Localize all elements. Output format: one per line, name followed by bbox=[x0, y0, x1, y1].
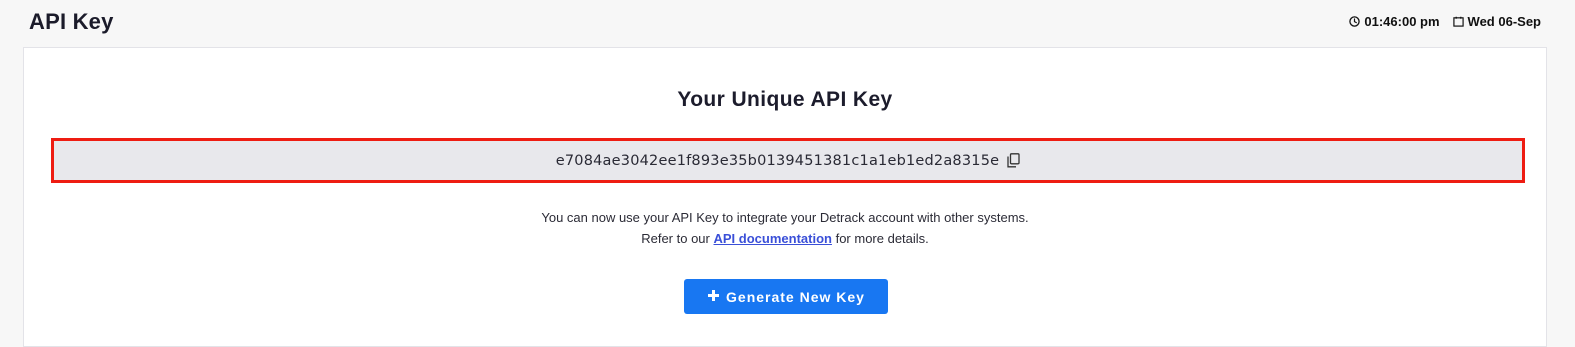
clock-icon bbox=[1349, 16, 1361, 27]
plus-icon bbox=[707, 289, 720, 305]
date-text: Wed 06-Sep bbox=[1467, 14, 1541, 29]
description-prefix: Refer to our bbox=[641, 231, 710, 246]
description-line-2: Refer to our API documentation for more … bbox=[24, 228, 1546, 249]
calendar-icon bbox=[1452, 16, 1464, 27]
page-header: API Key 01:46:00 pm Wed 06-Sep bbox=[0, 0, 1575, 46]
copy-icon[interactable] bbox=[1007, 153, 1020, 168]
api-key-description: You can now use your API Key to integrat… bbox=[24, 207, 1546, 249]
page-title: API Key bbox=[29, 9, 114, 34]
generate-new-key-label: Generate New Key bbox=[726, 288, 865, 305]
description-suffix: for more details. bbox=[835, 231, 929, 246]
api-key-value[interactable]: e7084ae3042ee1f893e35b0139451381c1a1eb1e… bbox=[556, 153, 1000, 169]
api-key-box: e7084ae3042ee1f893e35b0139451381c1a1eb1e… bbox=[51, 138, 1525, 183]
time-text: 01:46:00 pm bbox=[1364, 14, 1440, 29]
api-key-card: Your Unique API Key e7084ae3042ee1f893e3… bbox=[23, 47, 1547, 347]
datetime-display: 01:46:00 pm Wed 06-Sep bbox=[1349, 14, 1541, 29]
api-documentation-link[interactable]: API documentation bbox=[714, 231, 832, 246]
description-line-1: You can now use your API Key to integrat… bbox=[541, 210, 1029, 225]
time-display: 01:46:00 pm bbox=[1349, 14, 1440, 29]
date-display: Wed 06-Sep bbox=[1452, 14, 1541, 29]
card-title: Your Unique API Key bbox=[677, 88, 893, 111]
generate-new-key-button[interactable]: Generate New Key bbox=[684, 279, 888, 314]
